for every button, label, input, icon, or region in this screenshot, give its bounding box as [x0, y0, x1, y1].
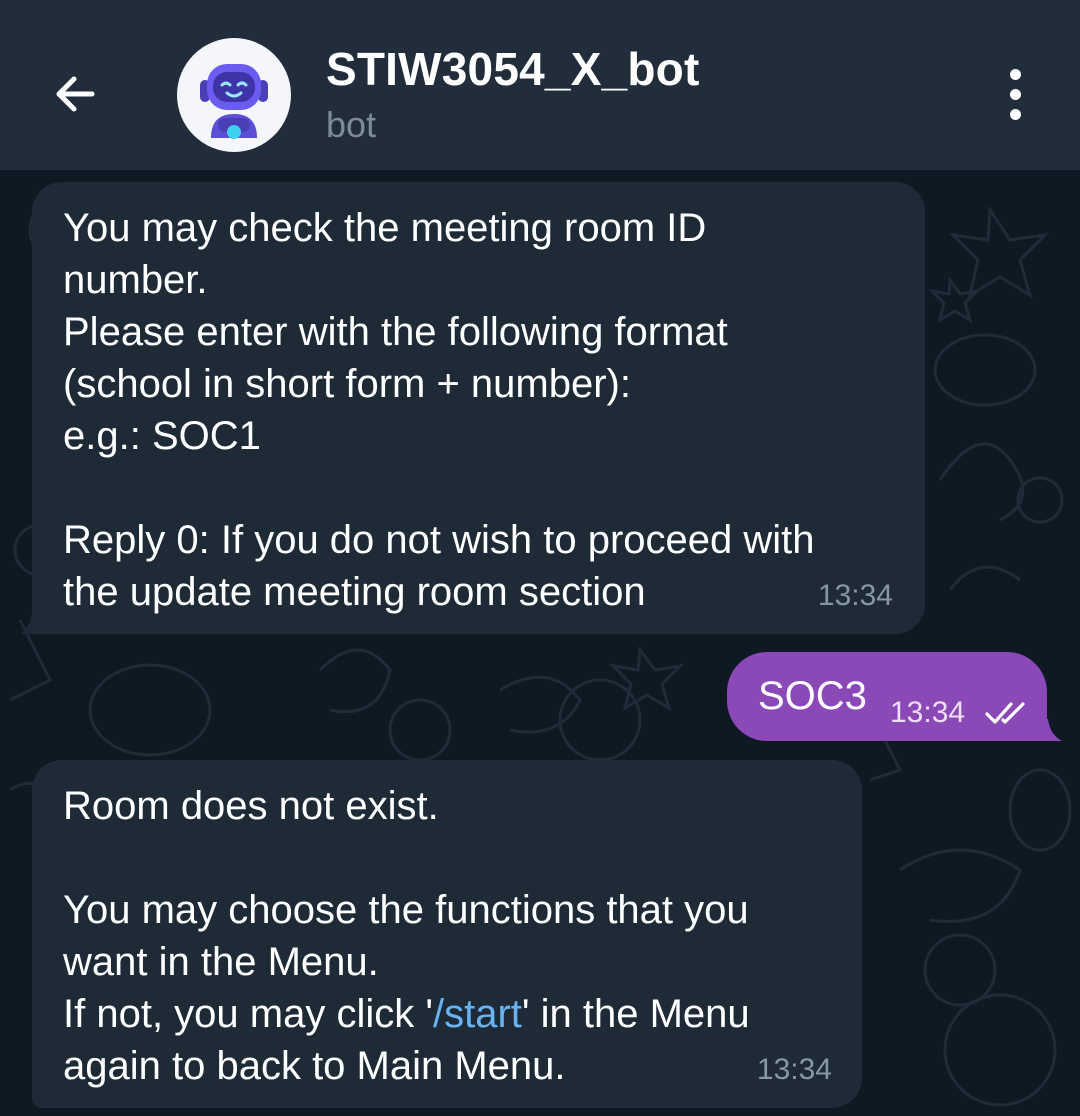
incoming-message[interactable]: You may check the meeting room ID number… [32, 182, 925, 634]
robot-avatar-icon [200, 64, 268, 139]
incoming-message[interactable]: Room does not exist. You may choose the … [32, 760, 862, 1108]
bubble-tail [20, 612, 42, 634]
message-text: Room does not exist. You may choose the … [63, 784, 750, 1088]
bubble-tail [1036, 719, 1062, 741]
double-check-icon [985, 702, 1025, 724]
chat-screen: STIW3054_X_bot bot You may check the mee… [0, 0, 1080, 1116]
message-text: You may check the meeting room ID number… [63, 206, 815, 614]
chat-header: STIW3054_X_bot bot [0, 0, 1080, 170]
outgoing-message[interactable]: SOC3 13:34 [727, 652, 1047, 741]
chat-title[interactable]: STIW3054_X_bot [326, 42, 699, 96]
start-command-link[interactable]: /start [433, 992, 522, 1036]
message-time: 13:34 [817, 579, 893, 612]
avatar[interactable] [177, 38, 291, 152]
arrow-left-icon [56, 76, 95, 112]
more-vertical-icon [1009, 68, 1021, 80]
back-button[interactable] [40, 58, 112, 130]
more-options-button[interactable] [990, 64, 1040, 124]
chat-subtitle: bot [326, 104, 377, 145]
message-text: SOC3 [758, 674, 867, 718]
message-time: 13:34 [890, 696, 966, 729]
message-time: 13:34 [756, 1053, 832, 1086]
